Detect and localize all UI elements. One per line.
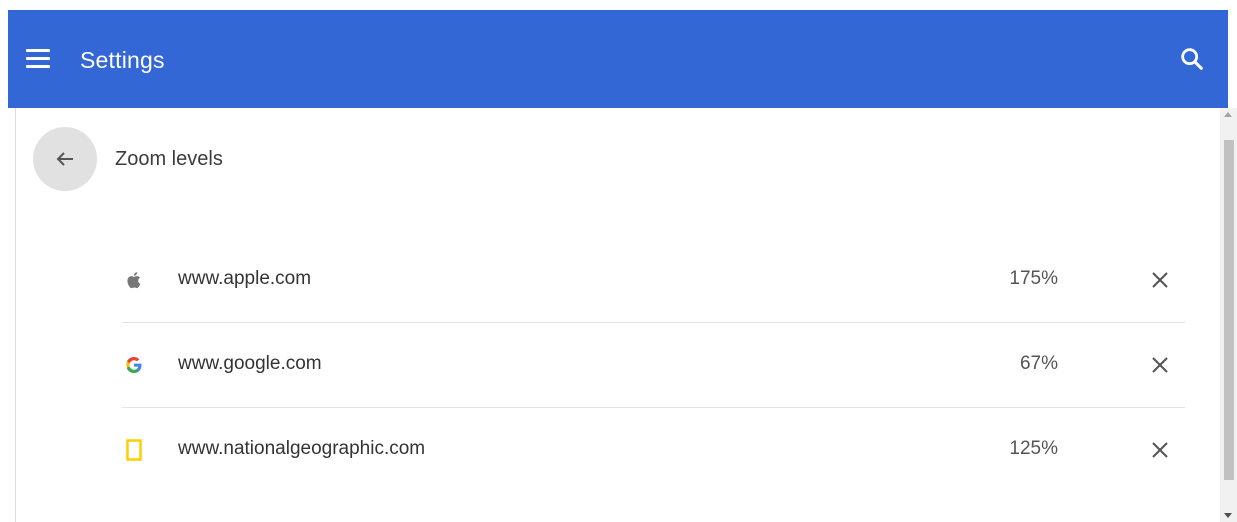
remove-zoom-button[interactable] bbox=[1145, 435, 1175, 465]
scrollbar-thumb[interactable] bbox=[1224, 140, 1234, 480]
list-item: www.apple.com 175% bbox=[122, 238, 1185, 323]
zoom-percentage: 175% bbox=[1009, 268, 1058, 289]
hamburger-menu-icon bbox=[26, 49, 50, 52]
page-title: Zoom levels bbox=[115, 148, 223, 170]
close-icon bbox=[1152, 442, 1168, 458]
list-item: www.nationalgeographic.com 125% bbox=[122, 408, 1185, 492]
site-url: www.google.com bbox=[178, 353, 322, 374]
close-icon bbox=[1152, 272, 1168, 288]
google-logo-icon bbox=[126, 357, 142, 373]
site-url: www.nationalgeographic.com bbox=[178, 438, 426, 459]
site-url: www.apple.com bbox=[178, 268, 312, 289]
scroll-down-arrow-icon[interactable] bbox=[1224, 513, 1232, 518]
scroll-up-arrow-icon[interactable] bbox=[1224, 112, 1232, 117]
close-icon bbox=[1152, 357, 1168, 373]
back-button[interactable] bbox=[33, 127, 97, 191]
zoom-levels-list: www.apple.com 175% www.google.com 67% ww… bbox=[122, 238, 1185, 492]
remove-zoom-button[interactable] bbox=[1145, 350, 1175, 380]
national-geographic-logo-icon bbox=[126, 439, 142, 461]
search-button[interactable] bbox=[1178, 45, 1206, 73]
hamburger-menu-button[interactable] bbox=[24, 47, 54, 71]
vertical-scrollbar[interactable] bbox=[1220, 108, 1237, 522]
settings-toolbar: Settings bbox=[8, 10, 1228, 108]
settings-content: Zoom levels www.apple.com 175% www.googl… bbox=[15, 108, 1214, 522]
zoom-percentage: 125% bbox=[1009, 438, 1058, 459]
zoom-percentage: 67% bbox=[1019, 353, 1058, 374]
subpage-header: Zoom levels bbox=[16, 108, 1214, 218]
arrow-back-icon bbox=[56, 152, 73, 166]
remove-zoom-button[interactable] bbox=[1145, 265, 1175, 295]
list-item: www.google.com 67% bbox=[122, 323, 1185, 408]
search-icon bbox=[1181, 48, 1203, 70]
app-title: Settings bbox=[80, 47, 165, 73]
apple-logo-icon bbox=[127, 272, 141, 289]
settings-window: Settings Zoom levels www.apple.com 175% … bbox=[0, 0, 1237, 522]
